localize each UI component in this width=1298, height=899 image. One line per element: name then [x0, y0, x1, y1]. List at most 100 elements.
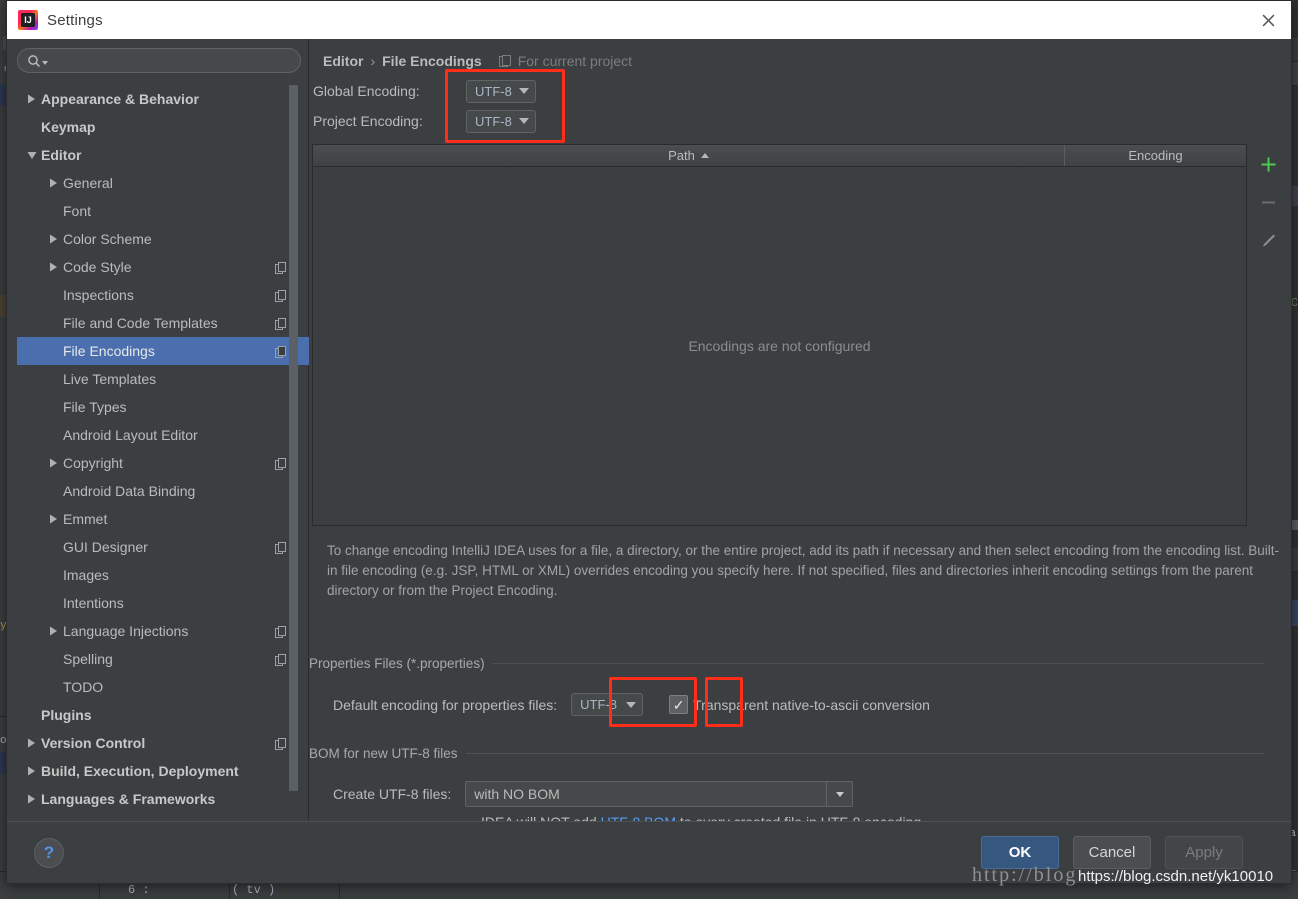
- sidebar-item-label: Build, Execution, Deployment: [41, 763, 239, 779]
- chevron-down-icon: [519, 118, 529, 124]
- column-header-path[interactable]: Path: [313, 145, 1064, 166]
- transparent-native-to-ascii-checkbox[interactable]: ✓: [669, 695, 689, 714]
- table-header-row: Path Encoding: [313, 145, 1246, 167]
- sidebar-item-font[interactable]: Font: [17, 197, 309, 225]
- copy-settings-icon: [275, 289, 287, 302]
- global-encoding-combo[interactable]: UTF-8: [466, 79, 536, 103]
- search-box[interactable]: [17, 48, 301, 73]
- copy-settings-icon: [275, 457, 287, 470]
- sidebar-item-live-templates[interactable]: Live Templates: [17, 365, 309, 393]
- sidebar-item-editor[interactable]: Editor: [17, 141, 309, 169]
- sidebar-item-emmet[interactable]: Emmet: [17, 505, 309, 533]
- column-header-encoding[interactable]: Encoding: [1064, 145, 1246, 166]
- chevron-right-icon[interactable]: [25, 793, 38, 806]
- chevron-right-icon[interactable]: [47, 233, 60, 246]
- chevron-down-icon[interactable]: [25, 149, 38, 162]
- sidebar-scrollbar-thumb[interactable]: [289, 85, 298, 791]
- sidebar-item-general[interactable]: General: [17, 169, 309, 197]
- sidebar-item-file-and-code-templates[interactable]: File and Code Templates: [17, 309, 309, 337]
- chevron-right-icon[interactable]: [47, 177, 60, 190]
- group-divider: [492, 663, 1264, 664]
- chevron-down-icon: [42, 60, 48, 65]
- encodings-table: Path Encoding Encodings are not configur…: [312, 144, 1247, 526]
- table-toolbar: [1247, 144, 1289, 526]
- sidebar-item-label: Images: [63, 567, 109, 583]
- default-properties-encoding-value: UTF-8: [580, 697, 617, 712]
- global-encoding-label: Global Encoding:: [313, 83, 420, 99]
- sidebar-item-label: Live Templates: [63, 371, 157, 387]
- project-encoding-combo[interactable]: UTF-8: [466, 109, 536, 133]
- sidebar-item-label: General: [63, 175, 113, 191]
- breadcrumb-separator: ›: [370, 53, 376, 69]
- sidebar-item-file-encodings[interactable]: File Encodings: [17, 337, 309, 365]
- breadcrumb-parent[interactable]: Editor: [323, 53, 363, 69]
- sidebar-item-label: Code Style: [63, 259, 132, 275]
- sidebar-item-language-injections[interactable]: Language Injections: [17, 617, 309, 645]
- sidebar-item-spelling[interactable]: Spelling: [17, 645, 309, 673]
- create-utf8-files-value: with NO BOM: [474, 786, 560, 802]
- sidebar-item-images[interactable]: Images: [17, 561, 309, 589]
- sidebar-item-label: Android Data Binding: [63, 483, 196, 499]
- sidebar-item-plugins[interactable]: Plugins: [17, 701, 309, 729]
- bg-status-code: 6 :: [128, 883, 150, 897]
- cancel-button[interactable]: Cancel: [1073, 836, 1151, 869]
- dialog-title: Settings: [47, 11, 103, 29]
- project-scope-label: For current project: [517, 53, 633, 69]
- chevron-down-icon[interactable]: [826, 782, 852, 806]
- create-utf8-files-row: Create UTF-8 files: with NO BOM: [333, 781, 854, 807]
- sidebar-item-keymap[interactable]: Keymap: [17, 113, 309, 141]
- search-input[interactable]: [52, 53, 300, 68]
- settings-tree: Appearance & Behavior Keymap Editor General…: [17, 85, 309, 815]
- apply-button: Apply: [1165, 836, 1243, 869]
- sidebar-item-label: Keymap: [41, 119, 96, 135]
- chevron-right-icon[interactable]: [47, 513, 60, 526]
- table-body: Encodings are not configured: [313, 167, 1246, 525]
- sidebar-item-android-data-binding[interactable]: Android Data Binding: [17, 477, 309, 505]
- sidebar-item-label: TODO: [63, 679, 104, 695]
- sidebar-item-todo[interactable]: TODO: [17, 673, 309, 701]
- sidebar-item-copyright[interactable]: Copyright: [17, 449, 309, 477]
- chevron-right-icon[interactable]: [47, 261, 60, 274]
- plus-icon[interactable]: [1254, 150, 1282, 178]
- sidebar-item-label: Languages & Frameworks: [41, 791, 216, 807]
- description-text: To change encoding IntelliJ IDEA uses fo…: [327, 543, 1280, 598]
- sidebar-item-code-style[interactable]: Code Style: [17, 253, 309, 281]
- copy-settings-icon: [275, 345, 287, 358]
- create-utf8-files-label: Create UTF-8 files:: [333, 786, 452, 802]
- sidebar-item-file-types[interactable]: File Types: [17, 393, 309, 421]
- sidebar-item-appearance-behavior[interactable]: Appearance & Behavior: [17, 85, 309, 113]
- sidebar-item-color-scheme[interactable]: Color Scheme: [17, 225, 309, 253]
- sidebar-item-label: Color Scheme: [63, 231, 152, 247]
- sidebar-item-intentions[interactable]: Intentions: [17, 589, 309, 617]
- sidebar-item-label: Editor: [41, 147, 82, 163]
- chevron-right-icon[interactable]: [47, 625, 60, 638]
- breadcrumb-current: File Encodings: [382, 53, 482, 69]
- chevron-right-icon[interactable]: [47, 457, 60, 470]
- sidebar-scrollbar[interactable]: [289, 85, 298, 815]
- sidebar-item-languages-frameworks[interactable]: Languages & Frameworks: [17, 785, 309, 813]
- chevron-right-icon[interactable]: [25, 737, 38, 750]
- sidebar-item-label: File and Code Templates: [63, 315, 218, 331]
- settings-content-pane: Editor › File Encodings For current proj…: [309, 39, 1291, 830]
- default-properties-encoding-combo[interactable]: UTF-8: [571, 693, 644, 716]
- search-wrapper: [7, 39, 308, 73]
- help-button[interactable]: ?: [34, 838, 64, 868]
- sidebar-item-inspections[interactable]: Inspections: [17, 281, 309, 309]
- copy-settings-icon: [275, 261, 287, 274]
- close-icon[interactable]: [1245, 1, 1291, 39]
- bom-group-header: BOM for new UTF-8 files: [309, 746, 1264, 761]
- sidebar-item-android-layout-editor[interactable]: Android Layout Editor: [17, 421, 309, 449]
- bom-group-title: BOM for new UTF-8 files: [309, 746, 458, 761]
- pencil-icon: [1254, 226, 1282, 254]
- global-encoding-row: Global Encoding: UTF-8: [313, 79, 536, 103]
- chevron-right-icon[interactable]: [25, 93, 38, 106]
- sidebar-item-version-control[interactable]: Version Control: [17, 729, 309, 757]
- sidebar-item-gui-designer[interactable]: GUI Designer: [17, 533, 309, 561]
- properties-files-group-header: Properties Files (*.properties): [309, 656, 1264, 671]
- sidebar-item-build-execution-deployment[interactable]: Build, Execution, Deployment: [17, 757, 309, 785]
- group-divider: [465, 753, 1264, 754]
- dialog-title-bar: IJ Settings: [7, 1, 1291, 39]
- search-icon: [27, 54, 48, 68]
- create-utf8-files-combo[interactable]: with NO BOM: [465, 781, 854, 807]
- chevron-right-icon[interactable]: [25, 765, 38, 778]
